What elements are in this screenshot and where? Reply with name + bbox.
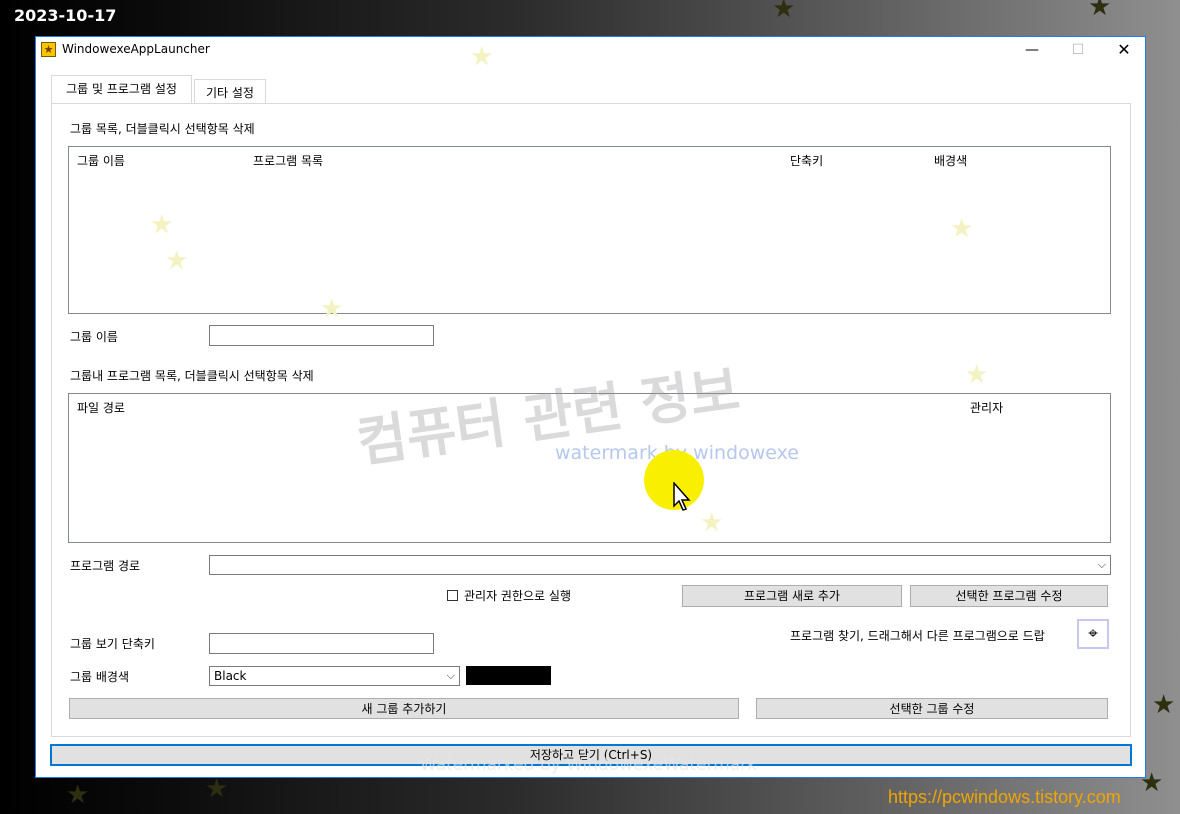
group-name-label: 그룹 이름: [70, 330, 118, 344]
column-header-background[interactable]: 배경색: [934, 152, 967, 169]
crosshair-icon[interactable]: ⌖: [1077, 619, 1109, 649]
star-icon: ★: [150, 210, 174, 240]
star-icon: ★: [470, 42, 494, 72]
run-as-admin-label[interactable]: 관리자 권한으로 실행: [464, 587, 571, 604]
star-icon: ★: [1088, 0, 1112, 22]
group-list-caption: 그룹 목록, 더블클릭시 선택항목 삭제: [70, 122, 255, 136]
window-title: WindowexeAppLauncher: [62, 42, 210, 56]
date-label: 2023-10-17: [14, 6, 117, 25]
find-program-label: 프로그램 찾기, 드래그해서 다른 프로그램으로 드랍: [790, 629, 1045, 643]
group-name-input[interactable]: [209, 325, 434, 346]
app-star-icon: ★: [41, 42, 56, 57]
add-group-button[interactable]: 새 그룹 추가하기: [69, 698, 739, 719]
star-icon: ★: [772, 0, 796, 24]
edit-program-button[interactable]: 선택한 프로그램 수정: [910, 585, 1108, 607]
shortcut-label: 그룹 보기 단축키: [70, 637, 155, 651]
star-icon: ★: [1152, 690, 1176, 720]
program-path-combo[interactable]: ⌵: [209, 555, 1111, 575]
column-header-shortcut[interactable]: 단축키: [790, 152, 823, 169]
edit-group-button[interactable]: 선택한 그룹 수정: [756, 698, 1108, 719]
shortcut-input[interactable]: [209, 633, 434, 654]
star-icon: ★: [205, 774, 229, 804]
star-icon: ★: [66, 780, 90, 810]
program-path-label: 프로그램 경로: [70, 559, 141, 573]
close-button[interactable]: ✕: [1101, 37, 1147, 63]
star-icon: ★: [320, 294, 344, 324]
background-color-label: 그룹 배경색: [70, 670, 130, 684]
column-header-admin[interactable]: 관리자: [970, 399, 1003, 416]
add-program-button[interactable]: 프로그램 새로 추가: [682, 585, 902, 607]
chevron-down-icon[interactable]: ⌵: [1098, 556, 1106, 574]
program-list-caption: 그룹내 프로그램 목록, 더블클릭시 선택항목 삭제: [70, 369, 314, 383]
color-swatch: [466, 666, 551, 685]
maximize-button[interactable]: ☐: [1055, 37, 1101, 63]
title-bar[interactable]: ★ WindowexeAppLauncher — ☐ ✕: [36, 37, 1145, 63]
site-url: https://pcwindows.tistory.com: [888, 787, 1121, 807]
tab-group-program-settings[interactable]: 그룹 및 프로그램 설정: [51, 75, 192, 103]
watermark-bottom: Watermarked by WindowexeWatermark: [420, 755, 758, 775]
minimize-button[interactable]: —: [1009, 37, 1055, 63]
column-header-file-path[interactable]: 파일 경로: [77, 399, 125, 416]
star-icon: ★: [950, 214, 974, 244]
star-icon: ★: [965, 360, 989, 390]
run-as-admin-checkbox[interactable]: [447, 590, 458, 601]
mouse-cursor-icon: [673, 482, 691, 511]
background-color-value: Black: [214, 669, 247, 683]
column-header-group-name[interactable]: 그룹 이름: [77, 152, 125, 169]
column-header-program-list[interactable]: 프로그램 목록: [253, 152, 323, 169]
background-color-combo[interactable]: Black ⌵: [209, 666, 460, 686]
star-icon: ★: [700, 508, 724, 538]
chevron-down-icon[interactable]: ⌵: [447, 667, 455, 685]
star-icon: ★: [165, 246, 189, 276]
tab-other-settings[interactable]: 기타 설정: [194, 79, 266, 104]
